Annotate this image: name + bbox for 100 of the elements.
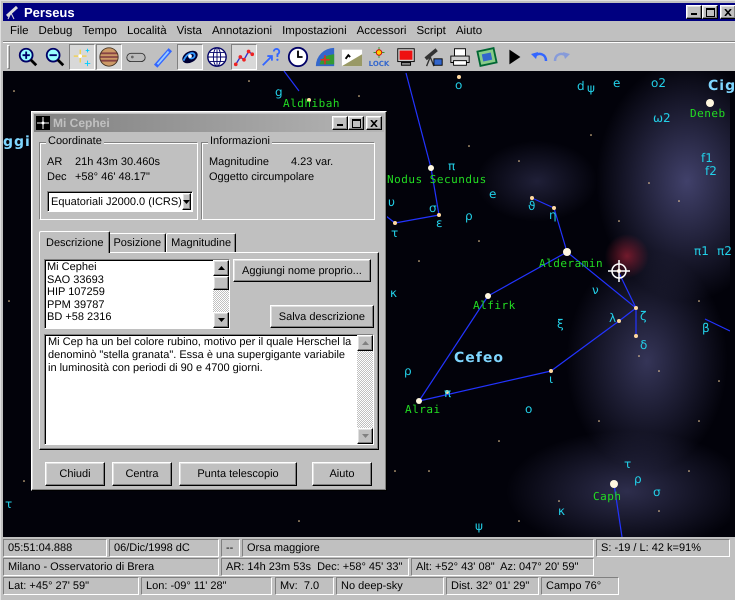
- star-letter-label: ν: [592, 283, 599, 297]
- redo-icon: [553, 51, 571, 62]
- map-icon: [476, 46, 498, 68]
- scroll-up-button[interactable]: [213, 260, 229, 276]
- add-name-button[interactable]: Aggiungi nome proprio...: [233, 259, 371, 282]
- status-panel: S: -19 / L: 42 k=91%: [596, 539, 730, 557]
- star-letter-label: ο: [455, 78, 462, 92]
- minimize-icon: [691, 13, 697, 15]
- dialog-button[interactable]: Aiuto: [312, 462, 372, 486]
- tab[interactable]: Magnitudine: [166, 233, 236, 252]
- menu-item[interactable]: Località: [122, 22, 172, 40]
- up-arrow-icon: [362, 341, 368, 345]
- close-button[interactable]: [366, 116, 382, 130]
- status-panel: Mv: 7.0: [275, 577, 334, 595]
- menu-item[interactable]: Debug: [34, 22, 78, 40]
- save-description-button[interactable]: Salva descrizione: [270, 305, 374, 328]
- list-item[interactable]: SAO 33693: [47, 274, 211, 286]
- list-item[interactable]: PPM 39787: [47, 298, 211, 312]
- app-title: Perseus: [24, 4, 76, 20]
- names-list[interactable]: Mi Cephei SAO 33693 HIP 107259 PPM 39787 BD +58 2316: [44, 259, 230, 329]
- star-name-label: Deneb: [690, 107, 726, 120]
- star-name-label: Aldhibah: [283, 97, 340, 110]
- star-letter-label: σ: [429, 201, 437, 215]
- star-letter-label: d: [577, 79, 585, 93]
- status-panel: Lon: -09° 11' 28": [141, 577, 272, 595]
- maximize-icon: [706, 8, 714, 16]
- star-letter-label: ψ: [475, 519, 483, 533]
- star-letter-label: ρ: [465, 209, 473, 223]
- star-letter-label: ε: [436, 216, 442, 230]
- star-letter-label: ξ: [557, 317, 564, 331]
- star-letter-label: σ: [653, 485, 661, 499]
- clock-icon: [287, 46, 309, 68]
- telescope-icon: [422, 46, 444, 68]
- scroll-thumb[interactable]: [213, 276, 229, 290]
- toolbar-button[interactable]: [96, 44, 122, 70]
- dialog-button[interactable]: Chiudi: [45, 462, 105, 486]
- scroll-down-button[interactable]: [357, 428, 373, 444]
- status-panel: Alt: +52° 43' 08" Az: 047° 20' 59": [411, 558, 594, 576]
- minimize-button[interactable]: [686, 5, 702, 19]
- field-value: 21h 43m 30.460s: [75, 155, 160, 170]
- status-panel: Lat: +45° 27' 59": [3, 577, 139, 595]
- menu-item[interactable]: Tempo: [77, 22, 122, 40]
- star-icon: [36, 116, 50, 130]
- star-letter-label: ι: [549, 372, 554, 386]
- comet-icon: [152, 46, 174, 68]
- toolbar-button[interactable]: [231, 44, 257, 70]
- status-panel: 06/Dic/1998 dC: [109, 539, 219, 557]
- constellation-label: ggi: [3, 134, 31, 150]
- telescope-icon: [5, 4, 21, 20]
- list-item[interactable]: BD +58 2316: [47, 311, 211, 324]
- undo-icon: [530, 51, 548, 62]
- crosshair-icon: [607, 259, 631, 283]
- info-note: Oggetto circumpolare: [209, 170, 316, 185]
- dialog-button[interactable]: Centra: [112, 462, 172, 486]
- close-button[interactable]: [720, 5, 735, 19]
- coordinate-system-dropdown[interactable]: Equatoriali J2000.0 (ICRS): [47, 191, 193, 212]
- star-letter-label: ω2: [653, 111, 671, 125]
- menu-item[interactable]: Accessori: [352, 22, 412, 40]
- menu-item[interactable]: Script: [411, 22, 451, 40]
- field-label: Dec: [47, 170, 68, 185]
- star-letter-label: f2: [705, 164, 717, 178]
- list-item[interactable]: Mi Cephei: [47, 261, 211, 274]
- star-letter-label: e: [489, 187, 496, 201]
- star-letter-label: β: [702, 321, 710, 335]
- menu-item[interactable]: Vista: [172, 22, 207, 40]
- planet-icon: [98, 46, 120, 68]
- list-item[interactable]: HIP 107259: [47, 286, 211, 299]
- status-panel: Orsa maggiore: [242, 539, 594, 557]
- tab[interactable]: Descrizione: [39, 231, 110, 253]
- toolbar-button[interactable]: [177, 44, 203, 70]
- star-letter-label: π2: [717, 244, 732, 258]
- status-panel: Dist. 32° 01' 29": [446, 577, 539, 595]
- menu-item[interactable]: Aiuto: [450, 22, 488, 40]
- earth-icon: [314, 46, 336, 68]
- scroll-down-button[interactable]: [213, 312, 229, 328]
- menu-item[interactable]: Annotazioni: [206, 22, 278, 40]
- maximize-button[interactable]: [702, 5, 718, 19]
- question-arrow-icon: [260, 46, 282, 68]
- maximize-icon: [352, 118, 360, 128]
- tab[interactable]: Posizione: [108, 233, 166, 252]
- description-field[interactable]: Mi Cep ha un bel colore rubino, motivo per il quale Herschel la denominò "stella granata". Essa è una supergigante variabile in luminosità con periodi di 90 e 4700 giorni.: [44, 334, 374, 445]
- minimize-button[interactable]: [332, 116, 348, 130]
- star-name-label: Alrai: [405, 403, 441, 416]
- maximize-button[interactable]: [348, 116, 364, 130]
- star-letter-label: π: [444, 386, 452, 400]
- star-letter-label: e: [613, 76, 620, 90]
- star-letter-label: ο: [525, 402, 532, 416]
- star-letter-label: τ: [391, 226, 398, 240]
- zoom-out-icon: [44, 46, 66, 68]
- menu-item[interactable]: Impostazioni: [277, 22, 352, 40]
- star-letter-label: τ: [5, 497, 12, 511]
- zoom-in-icon: [17, 46, 39, 68]
- dialog-button[interactable]: Punta telescopio: [179, 462, 297, 486]
- star-letter-label: ο2: [651, 76, 666, 90]
- star-letter-label: π: [448, 159, 456, 173]
- star-letter-label: g: [275, 85, 283, 99]
- scroll-up-button[interactable]: [357, 335, 373, 351]
- globe-icon: [206, 46, 228, 68]
- star-letter-label: ρ: [404, 364, 412, 378]
- menu-item[interactable]: File: [5, 22, 34, 40]
